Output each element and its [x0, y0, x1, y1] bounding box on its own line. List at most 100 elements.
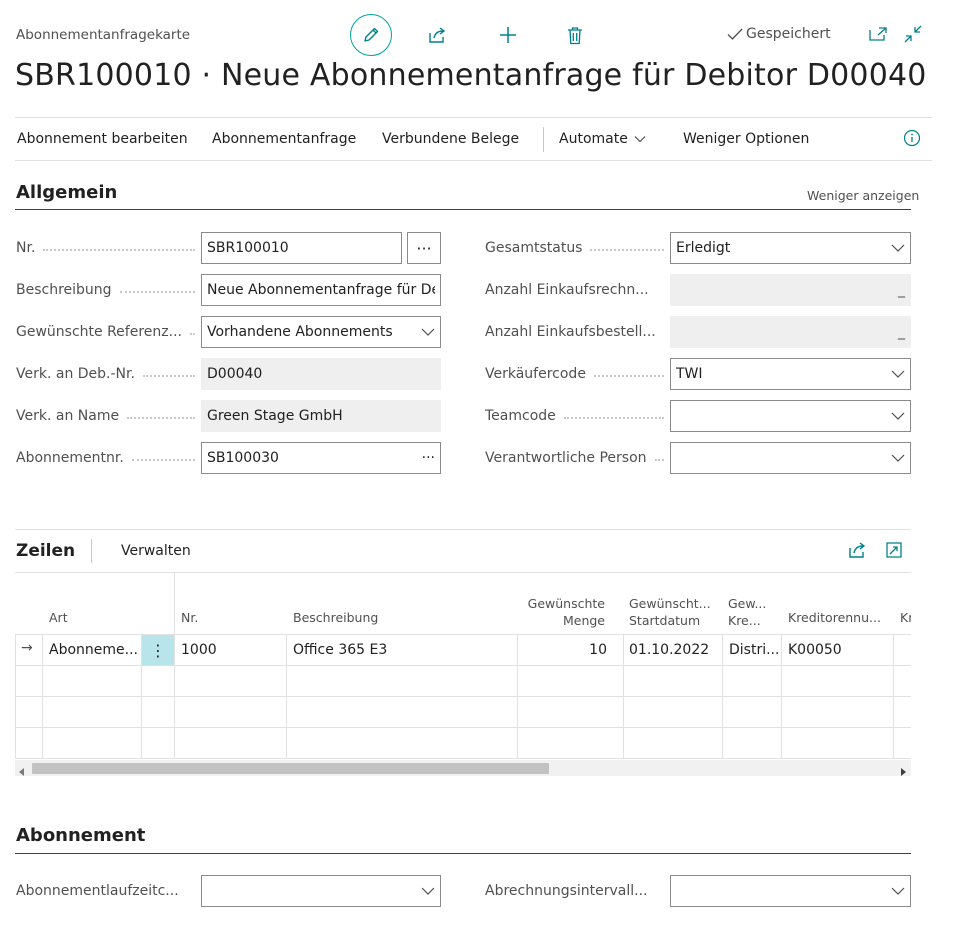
col-header-beschreibung[interactable]: Beschreibung: [293, 609, 378, 626]
chevron-down-icon: [891, 887, 905, 895]
col-header-kre-line2: Kre...: [728, 613, 761, 628]
subscription-term-select[interactable]: [201, 875, 441, 907]
col-header-startdatum-line1: Gewünscht...: [629, 596, 711, 611]
action-related-documents[interactable]: Verbundene Belege: [382, 131, 519, 147]
section-divider: [15, 853, 911, 854]
row-line: [15, 665, 911, 666]
overall-status-select[interactable]: Erledigt: [670, 232, 911, 264]
more-vertical-icon: ⋮: [150, 640, 166, 660]
purchase-orders-count[interactable]: _: [670, 316, 911, 348]
lines-top-divider: [15, 529, 911, 530]
row-pointer-icon: →: [21, 640, 33, 656]
lines-manage-action[interactable]: Verwalten: [121, 543, 191, 559]
col-header-menge[interactable]: Gewünschte Menge: [517, 595, 605, 629]
action-fewer-options[interactable]: Weniger Optionen: [683, 131, 809, 147]
responsible-person-select[interactable]: [670, 442, 911, 474]
ellipsis-icon[interactable]: ···: [422, 450, 435, 466]
section-title-subscription[interactable]: Abonnement: [16, 825, 145, 846]
field-label-subscription-no: Abonnementnr.: [16, 450, 201, 466]
field-label-purchase-orders: Anzahl Einkaufsbestell...: [485, 324, 656, 340]
description-field[interactable]: Neue Abonnementanfrage für Del: [201, 274, 441, 306]
salesperson-code-select[interactable]: TWI: [670, 358, 911, 390]
caret-left-icon: [19, 768, 24, 776]
lines-grid: Art Nr. Beschreibung Gewünschte Menge Ge…: [15, 573, 911, 759]
row-line: [15, 727, 911, 728]
col-header-art[interactable]: Art: [49, 609, 68, 626]
caret-right-icon: [901, 768, 906, 776]
no-assist-button[interactable]: ···: [407, 232, 441, 264]
open-new-window-button[interactable]: [865, 21, 891, 47]
col-header-menge-line1: Gewünschte: [527, 596, 605, 611]
col-header-kre[interactable]: Gew... Kre...: [728, 595, 766, 629]
chevron-down-icon: [891, 244, 905, 252]
chevron-down-icon: [891, 412, 905, 420]
collapse-icon: [904, 25, 922, 43]
field-label-subscription-term: Abonnementlaufzeitc...: [16, 883, 179, 899]
field-label-responsible-person: Verantwortliche Person: [485, 450, 670, 466]
scroll-right-arrow[interactable]: [900, 764, 906, 780]
field-label-no: Nr.: [16, 240, 201, 256]
col-header-kre-line1: Gew...: [728, 596, 767, 611]
saved-label: Gespeichert: [746, 26, 831, 42]
action-automate-label: Automate: [559, 131, 628, 147]
col-header-kreditor[interactable]: Kreditorennu...: [788, 609, 881, 626]
lines-expand-button[interactable]: [881, 537, 907, 563]
cell-menge[interactable]: 10: [517, 642, 607, 658]
scroll-left-arrow[interactable]: [19, 764, 25, 780]
col-header-startdatum[interactable]: Gewünscht... Startdatum: [629, 595, 711, 629]
delete-button[interactable]: [562, 22, 588, 48]
subscription-no-field[interactable]: SB100030 ···: [201, 442, 441, 474]
lines-share-button[interactable]: [845, 537, 871, 563]
action-edit-subscription[interactable]: Abonnement bearbeiten: [17, 131, 188, 147]
sell-to-customer-no-field: D00040: [201, 358, 441, 390]
saved-status: Gespeichert: [727, 26, 831, 42]
plus-icon: [500, 27, 516, 43]
share-icon: [429, 27, 446, 43]
cell-kreditor[interactable]: K00050: [788, 642, 842, 658]
section-divider: [15, 209, 911, 210]
chevron-down-icon: [634, 136, 646, 143]
col-header-next[interactable]: Kr: [900, 609, 911, 626]
section-title-lines[interactable]: Zeilen: [16, 541, 75, 561]
cell-art[interactable]: Abonneme...: [49, 642, 139, 658]
pencil-icon: [364, 27, 379, 42]
info-button[interactable]: [903, 129, 921, 151]
action-subscription-request[interactable]: Abonnementanfrage: [212, 131, 356, 147]
field-label-sell-to-name: Verk. an Name: [16, 408, 201, 424]
action-automate[interactable]: Automate: [559, 131, 646, 147]
field-label-team-code: Teamcode: [485, 408, 670, 424]
share-button[interactable]: [425, 22, 451, 48]
field-label-overall-status: Gesamtstatus: [485, 240, 670, 256]
col-header-startdatum-line2: Startdatum: [629, 613, 701, 628]
field-label-salesperson-code: Verkäufercode: [485, 366, 670, 382]
cell-kre[interactable]: Distri...: [729, 642, 779, 658]
collapse-button[interactable]: [900, 21, 926, 47]
row-line: [15, 696, 911, 697]
edit-button[interactable]: [350, 14, 392, 56]
row-more-button[interactable]: ⋮: [142, 635, 174, 665]
share-icon: [849, 542, 866, 558]
cell-startdatum[interactable]: 01.10.2022: [629, 642, 709, 658]
scrollbar-thumb[interactable]: [32, 763, 549, 774]
section-title-general: Allgemein: [16, 182, 118, 203]
ellipsis-icon: ···: [416, 238, 432, 258]
lines-title-separator: [91, 539, 92, 563]
show-less-link[interactable]: Weniger anzeigen: [807, 188, 919, 203]
purchase-invoices-count[interactable]: _: [670, 274, 911, 306]
field-label-sell-to-customer-no: Verk. an Deb.-Nr.: [16, 366, 201, 382]
page-caption: Abonnementanfragekarte: [16, 27, 191, 43]
new-button[interactable]: [495, 22, 521, 48]
billing-interval-select[interactable]: [670, 875, 911, 907]
open-new-window-icon: [869, 27, 887, 41]
cell-nr[interactable]: 1000: [181, 642, 217, 658]
action-separator: [543, 127, 544, 152]
field-label-purchase-invoices: Anzahl Einkaufsrechn...: [485, 282, 649, 298]
team-code-select[interactable]: [670, 400, 911, 432]
col-header-nr[interactable]: Nr.: [181, 609, 198, 626]
field-label-desired-reference: Gewünschte Referenz...: [16, 324, 201, 340]
chevron-down-icon: [891, 370, 905, 378]
desired-reference-select[interactable]: Vorhandene Abonnements: [201, 316, 441, 348]
table-row[interactable]: → Abonneme... ⋮ 1000 Office 365 E3 10 01…: [15, 635, 911, 665]
cell-beschreibung[interactable]: Office 365 E3: [293, 642, 387, 658]
no-field[interactable]: SBR100010: [201, 232, 402, 264]
